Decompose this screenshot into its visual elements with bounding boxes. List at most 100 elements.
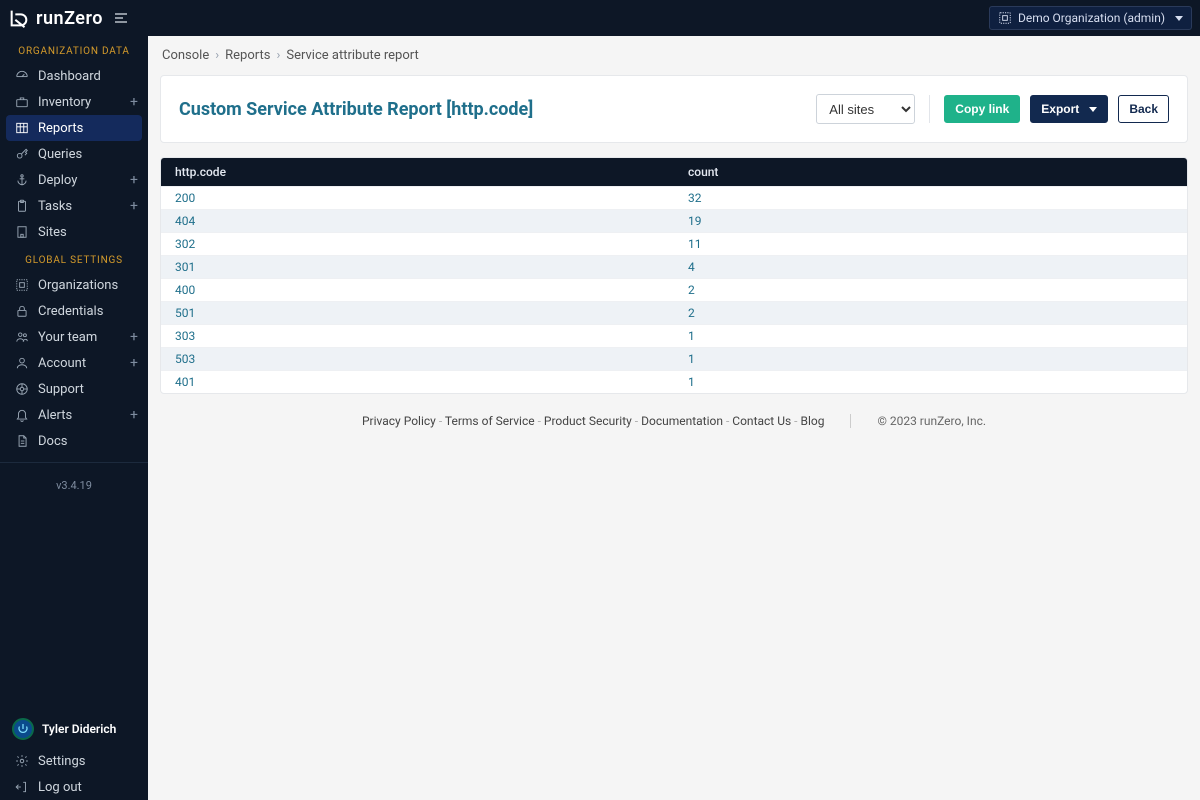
chevron-down-icon (1089, 107, 1097, 112)
cell-count-link[interactable]: 32 (688, 191, 702, 205)
footer-link-product-security[interactable]: Product Security (544, 414, 632, 428)
sidebar-item-label: Settings (38, 754, 85, 769)
sidebar-item-inventory[interactable]: Inventory + (0, 89, 148, 115)
sidebar-item-deploy[interactable]: Deploy + (0, 167, 148, 193)
cell-code-link[interactable]: 301 (175, 260, 195, 274)
sidebar-item-settings[interactable]: Settings (0, 748, 148, 774)
cell-code-link[interactable]: 503 (175, 352, 195, 366)
menu-toggle-button[interactable] (113, 10, 129, 26)
sidebar-item-account[interactable]: Account + (0, 350, 148, 376)
users-icon (14, 329, 30, 345)
logout-icon (14, 779, 30, 795)
cell-count-link[interactable]: 1 (688, 329, 695, 343)
sidebar-footer: Tyler Diderich Settings Log out (0, 710, 148, 800)
topbar: runZero Demo Organization (admin) (0, 0, 1200, 36)
chevron-down-icon (1175, 16, 1183, 21)
gauge-icon (14, 68, 30, 84)
page-footer: Privacy Policy - Terms of Service - Prod… (148, 408, 1200, 446)
back-button[interactable]: Back (1118, 95, 1169, 123)
cell-count-link[interactable]: 4 (688, 260, 695, 274)
sidebar-item-organizations[interactable]: Organizations (0, 272, 148, 298)
export-button[interactable]: Export (1030, 95, 1108, 123)
chevron-right-icon: › (276, 48, 280, 63)
sidebar-item-logout[interactable]: Log out (0, 774, 148, 800)
sidebar-item-queries[interactable]: Queries (0, 141, 148, 167)
sidebar-item-label: Account (38, 356, 86, 371)
table-header-row: http.code count (161, 158, 1187, 187)
separator: - (632, 414, 641, 428)
sidebar-item-label: Deploy (38, 173, 77, 188)
plus-icon[interactable]: + (130, 172, 138, 188)
file-icon (14, 433, 30, 449)
org-icon (14, 277, 30, 293)
sidebar-list-global: OrganizationsCredentialsYour team+Accoun… (0, 272, 148, 454)
footer-link-privacy-policy[interactable]: Privacy Policy (362, 414, 436, 428)
sidebar-item-label: Queries (38, 147, 82, 162)
breadcrumb-console[interactable]: Console (162, 48, 209, 63)
separator: - (723, 414, 732, 428)
logo-text: runZero (36, 8, 103, 29)
breadcrumb-reports[interactable]: Reports (225, 48, 270, 63)
cell-count-link[interactable]: 1 (688, 352, 695, 366)
cell-code-link[interactable]: 302 (175, 237, 195, 251)
footer-link-blog[interactable]: Blog (800, 414, 824, 428)
sidebar-item-label: Your team (38, 330, 97, 345)
gear-icon (14, 753, 30, 769)
cell-code-link[interactable]: 401 (175, 375, 195, 389)
sidebar-divider (0, 462, 148, 463)
sidebar-item-tasks[interactable]: Tasks+ (0, 193, 148, 219)
sidebar-item-label: Sites (38, 225, 67, 240)
sidebar-footer-list: Settings Log out (0, 748, 148, 800)
plus-icon[interactable]: + (130, 198, 138, 214)
button-label: Back (1129, 102, 1158, 116)
sidebar-item-alerts[interactable]: Alerts+ (0, 402, 148, 428)
cell-count-link[interactable]: 19 (688, 214, 702, 228)
sidebar-item-label: Credentials (38, 304, 103, 319)
cell-code-link[interactable]: 200 (175, 191, 195, 205)
cell-count-link[interactable]: 2 (688, 306, 695, 320)
sidebar-item-reports[interactable]: Reports (6, 115, 142, 141)
column-header-count[interactable]: count (674, 158, 1187, 187)
table-row: 302 11 (161, 233, 1187, 256)
sidebar-item-label: Dashboard (38, 69, 101, 84)
clipboard-icon (14, 198, 30, 214)
table-row: 301 4 (161, 256, 1187, 279)
plus-icon[interactable]: + (130, 355, 138, 371)
sidebar-section-org-title: ORGANIZATION DATA (0, 36, 148, 63)
copy-link-button[interactable]: Copy link (944, 95, 1020, 123)
cell-count-link[interactable]: 2 (688, 283, 695, 297)
cell-code-link[interactable]: 501 (175, 306, 195, 320)
sidebar-item-label: Inventory (38, 95, 91, 110)
sidebar-item-dashboard[interactable]: Dashboard (0, 63, 148, 89)
breadcrumb: Console › Reports › Service attribute re… (148, 36, 1200, 75)
cell-code-link[interactable]: 303 (175, 329, 195, 343)
vertical-divider (850, 414, 851, 428)
sidebar-item-docs[interactable]: Docs (0, 428, 148, 454)
footer-link-contact-us[interactable]: Contact Us (732, 414, 791, 428)
cell-code-link[interactable]: 404 (175, 214, 195, 228)
column-header-code[interactable]: http.code (161, 158, 674, 187)
sidebar-item-support[interactable]: Support (0, 376, 148, 402)
sidebar-user[interactable]: Tyler Diderich (0, 710, 148, 748)
button-label: Copy link (955, 102, 1009, 116)
cell-count-link[interactable]: 1 (688, 375, 695, 389)
user-icon (14, 355, 30, 371)
plus-icon[interactable]: + (130, 329, 138, 345)
sidebar-item-your-team[interactable]: Your team + (0, 324, 148, 350)
footer-link-documentation[interactable]: Documentation (641, 414, 723, 428)
avatar (12, 718, 34, 740)
sidebar-item-label: Reports (38, 121, 83, 136)
logo[interactable]: runZero (8, 7, 103, 29)
site-select[interactable]: All sites (816, 94, 915, 124)
cell-count-link[interactable]: 11 (688, 237, 702, 251)
menu-icon (113, 10, 129, 26)
org-switcher[interactable]: Demo Organization (admin) (989, 6, 1192, 30)
sidebar-item-label: Organizations (38, 278, 118, 293)
sidebar-item-sites[interactable]: Sites (0, 219, 148, 245)
cell-code-link[interactable]: 400 (175, 283, 195, 297)
plus-icon[interactable]: + (130, 94, 138, 110)
footer-link-terms-of-service[interactable]: Terms of Service (445, 414, 535, 428)
table-row: 503 1 (161, 348, 1187, 371)
plus-icon[interactable]: + (130, 407, 138, 423)
sidebar-item-credentials[interactable]: Credentials (0, 298, 148, 324)
